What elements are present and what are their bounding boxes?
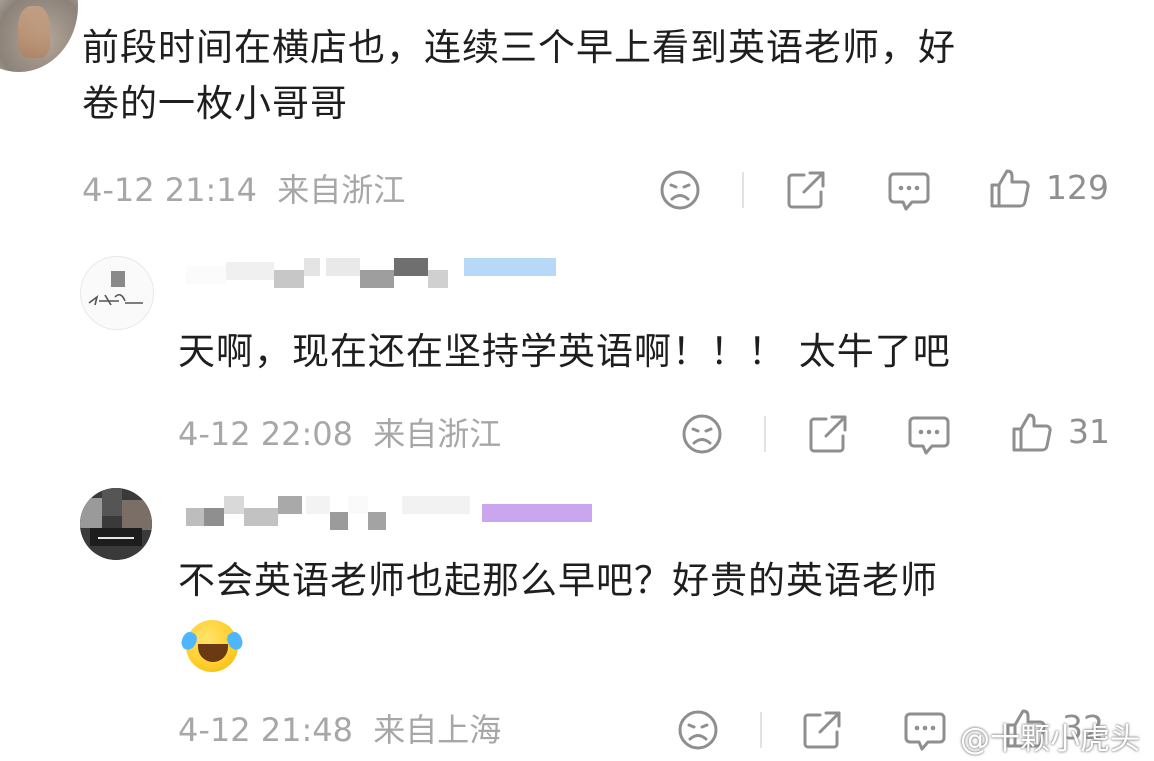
comment-button[interactable] [886, 168, 932, 214]
comment-body: 不会英语老师也起那么早吧？好贵的英语老师 [178, 559, 938, 602]
watermark: @十颗小虎头 [960, 722, 1140, 757]
comment-icon [888, 172, 930, 211]
comment-icon [904, 712, 946, 751]
sad-face-icon [682, 414, 722, 454]
share-icon [803, 711, 841, 749]
comment-icon [908, 416, 950, 455]
comment-location: 来自浙江 [373, 415, 502, 453]
thumbs-up-icon [990, 169, 1030, 208]
dislike-button[interactable] [680, 412, 724, 456]
comment-text-line: 卷的一枚小哥哥 [82, 82, 348, 125]
share-button[interactable] [800, 708, 844, 752]
like-button[interactable]: 129 [988, 166, 1109, 210]
username-blurred[interactable] [186, 258, 556, 288]
comment-location: 来自浙江 [277, 171, 406, 209]
laughing-crying-emoji-icon [178, 620, 246, 672]
action-divider [760, 712, 762, 748]
comment-date: 4-12 21:14 [82, 171, 258, 209]
action-divider [764, 416, 766, 452]
signature-logo [88, 271, 143, 306]
dislike-button[interactable] [676, 708, 720, 752]
sad-face-icon [660, 170, 700, 210]
like-count: 31 [1068, 412, 1110, 451]
comment-meta: 4-12 21:48 来自上海 [178, 710, 501, 750]
thumbs-up-icon [1012, 413, 1052, 452]
share-button[interactable] [806, 412, 850, 456]
comment-body: 天啊，现在还在坚持学英语啊！！！ 太牛了吧 [178, 330, 951, 373]
dislike-button[interactable] [658, 168, 702, 212]
comment-body: 前段时间在横店也，连续三个早上看到英语老师，好 卷的一枚小哥哥 [82, 20, 1132, 132]
comment-date: 4-12 21:48 [178, 711, 354, 749]
avatar[interactable] [80, 488, 152, 560]
share-button[interactable] [784, 168, 828, 212]
commenter-avatar[interactable] [0, 0, 78, 72]
comment-text-line: 前段时间在横店也，连续三个早上看到英语老师，好 [82, 26, 956, 69]
share-icon [809, 415, 847, 453]
comment-button[interactable] [906, 412, 952, 458]
comment-location: 来自上海 [373, 711, 502, 749]
avatar-image [80, 488, 152, 560]
comment-meta: 4-12 21:14 来自浙江 [82, 170, 405, 210]
username-blurred[interactable] [186, 496, 592, 530]
comment-meta: 4-12 22:08 来自浙江 [178, 414, 501, 454]
sad-face-icon [678, 710, 718, 750]
comment-date: 4-12 22:08 [178, 415, 354, 453]
like-button[interactable]: 31 [1010, 410, 1110, 454]
action-divider [742, 172, 744, 208]
like-count: 129 [1046, 168, 1109, 207]
comment-button[interactable] [902, 708, 948, 754]
avatar[interactable] [80, 256, 154, 330]
share-icon [787, 171, 825, 209]
